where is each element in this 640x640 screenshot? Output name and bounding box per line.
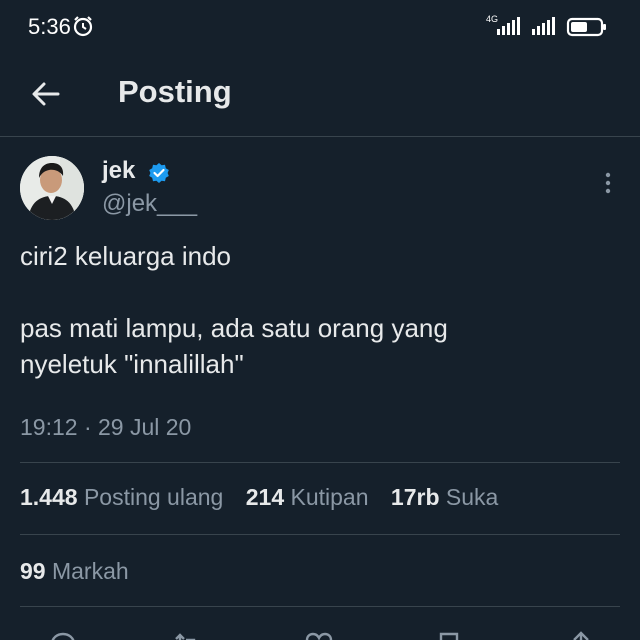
status-time: 5:36 — [28, 14, 71, 39]
tweet-text-line: ciri2 keluarga indo — [20, 241, 232, 271]
battery-icon — [566, 17, 606, 37]
author-name[interactable]: jek — [102, 157, 135, 185]
heart-icon[interactable] — [304, 630, 334, 640]
status-bar: 5:36 4G — [0, 0, 640, 56]
likes-count: 17rb — [390, 484, 440, 510]
share-icon[interactable] — [566, 630, 596, 640]
divider — [20, 534, 620, 535]
reposts-count: 1.448 — [20, 484, 78, 510]
alarm-clock-icon — [73, 16, 93, 37]
app-header: Posting — [0, 56, 640, 137]
reposts-stat[interactable]: 1.448 Posting ulang — [20, 484, 223, 510]
bookmarks-count: 99 — [20, 558, 46, 584]
quotes-count: 214 — [245, 484, 285, 510]
cellular-signal-icon — [497, 17, 520, 35]
likes-stat[interactable]: 17rb Suka — [391, 484, 498, 510]
tweet-text-line: nyeletuk "innalillah" — [20, 349, 244, 379]
divider — [20, 462, 620, 463]
quotes-label: Kutipan — [290, 484, 369, 510]
action-bar — [0, 622, 640, 640]
page-title: Posting — [118, 74, 232, 109]
tweet-text-line: pas mati lampu, ada satu orang yang — [20, 313, 448, 343]
divider — [20, 606, 620, 607]
reply-icon[interactable] — [48, 630, 78, 640]
tweet-timestamp[interactable]: 19:12 · 29 Jul 20 — [20, 414, 191, 441]
cellular-signal-icon-2 — [532, 17, 555, 35]
quotes-stat[interactable]: 214 Kutipan — [246, 484, 369, 510]
verified-badge-icon — [149, 163, 169, 183]
back-arrow-icon[interactable] — [28, 76, 64, 112]
avatar[interactable] — [20, 156, 84, 220]
bookmark-icon[interactable] — [434, 630, 464, 640]
more-vertical-icon[interactable] — [598, 170, 618, 196]
bookmarks-label: Markah — [51, 558, 129, 584]
tweet-text: ciri2 keluarga indo pas mati lampu, ada … — [20, 238, 620, 382]
reposts-label: Posting ulang — [83, 484, 224, 510]
author-handle[interactable]: @jek___ — [102, 190, 197, 218]
likes-label: Suka — [445, 484, 499, 510]
avatar-image — [20, 156, 84, 220]
repost-icon[interactable] — [172, 630, 202, 640]
engagement-stats: 1.448 Posting ulang 214 Kutipan 17rb Suk… — [20, 484, 514, 511]
bookmarks-stat[interactable]: 99 Markah — [20, 558, 129, 585]
